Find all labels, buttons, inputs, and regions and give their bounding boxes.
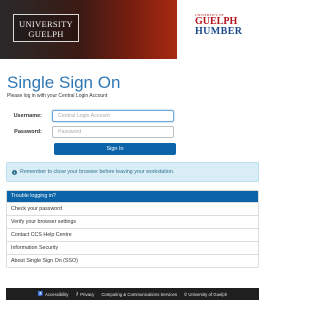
accessibility-icon: ♿ xyxy=(37,291,44,296)
uog-logo-line1: UNIVERSITY xyxy=(19,19,73,29)
help-link-check-password[interactable]: Check your password xyxy=(7,202,258,215)
username-label: Username: xyxy=(13,113,42,119)
footer-copyright: © University of Guelph xyxy=(184,291,228,297)
guelph-humber-logo[interactable]: UNIVERSITY OF GUELPH HUMBER xyxy=(187,13,265,37)
help-link-about-sso[interactable]: About Single Sign On (SSO) xyxy=(7,254,258,267)
footer-accessibility-label: Accessibility xyxy=(45,291,69,297)
help-link-browser-settings[interactable]: Verify your browser settings xyxy=(7,215,258,228)
username-input[interactable] xyxy=(52,110,174,122)
page-header: UNIVERSITY GUELPH UNIVERSITY OF GUELPH H… xyxy=(0,0,265,59)
footer-link-ccs[interactable]: Computing & Communications Services xyxy=(101,292,177,297)
sign-in-button[interactable]: Sign In xyxy=(54,143,176,155)
reminder-alert: i Remember to close your browser before … xyxy=(6,162,259,182)
help-link-contact-help-centre[interactable]: Contact CCS Help Centre xyxy=(7,228,258,241)
username-row: Username: xyxy=(0,110,174,122)
page-title: Single Sign On xyxy=(7,73,121,92)
footer-privacy-label: Privacy xyxy=(80,291,95,297)
password-input[interactable] xyxy=(52,126,174,138)
key-icon: ⚷ xyxy=(75,291,79,296)
help-list-heading: Trouble logging in? xyxy=(7,191,258,202)
reminder-alert-text: Remember to close your browser before le… xyxy=(20,169,175,175)
gh-logo-humber-text: HUMBER xyxy=(195,26,243,37)
footer-link-privacy[interactable]: ⚷ Privacy xyxy=(75,291,94,297)
help-link-information-security[interactable]: Information Security xyxy=(7,241,258,254)
university-of-guelph-logo[interactable]: UNIVERSITY GUELPH xyxy=(13,14,79,42)
page-footer: ♿ Accessibility ⚷ Privacy Computing & Co… xyxy=(6,288,259,300)
header-partner-area: UNIVERSITY OF GUELPH HUMBER xyxy=(177,0,265,59)
help-list: Trouble logging in? Check your password … xyxy=(6,190,259,268)
footer-link-accessibility[interactable]: ♿ Accessibility xyxy=(38,291,69,297)
uog-logo-line2: GUELPH xyxy=(28,28,64,39)
info-icon: i xyxy=(12,169,17,175)
page-subtitle: Please log in with your Central Login Ac… xyxy=(7,93,108,99)
password-label: Password: xyxy=(14,129,42,135)
header-banner: UNIVERSITY GUELPH xyxy=(0,0,177,59)
password-row: Password: xyxy=(0,126,174,138)
